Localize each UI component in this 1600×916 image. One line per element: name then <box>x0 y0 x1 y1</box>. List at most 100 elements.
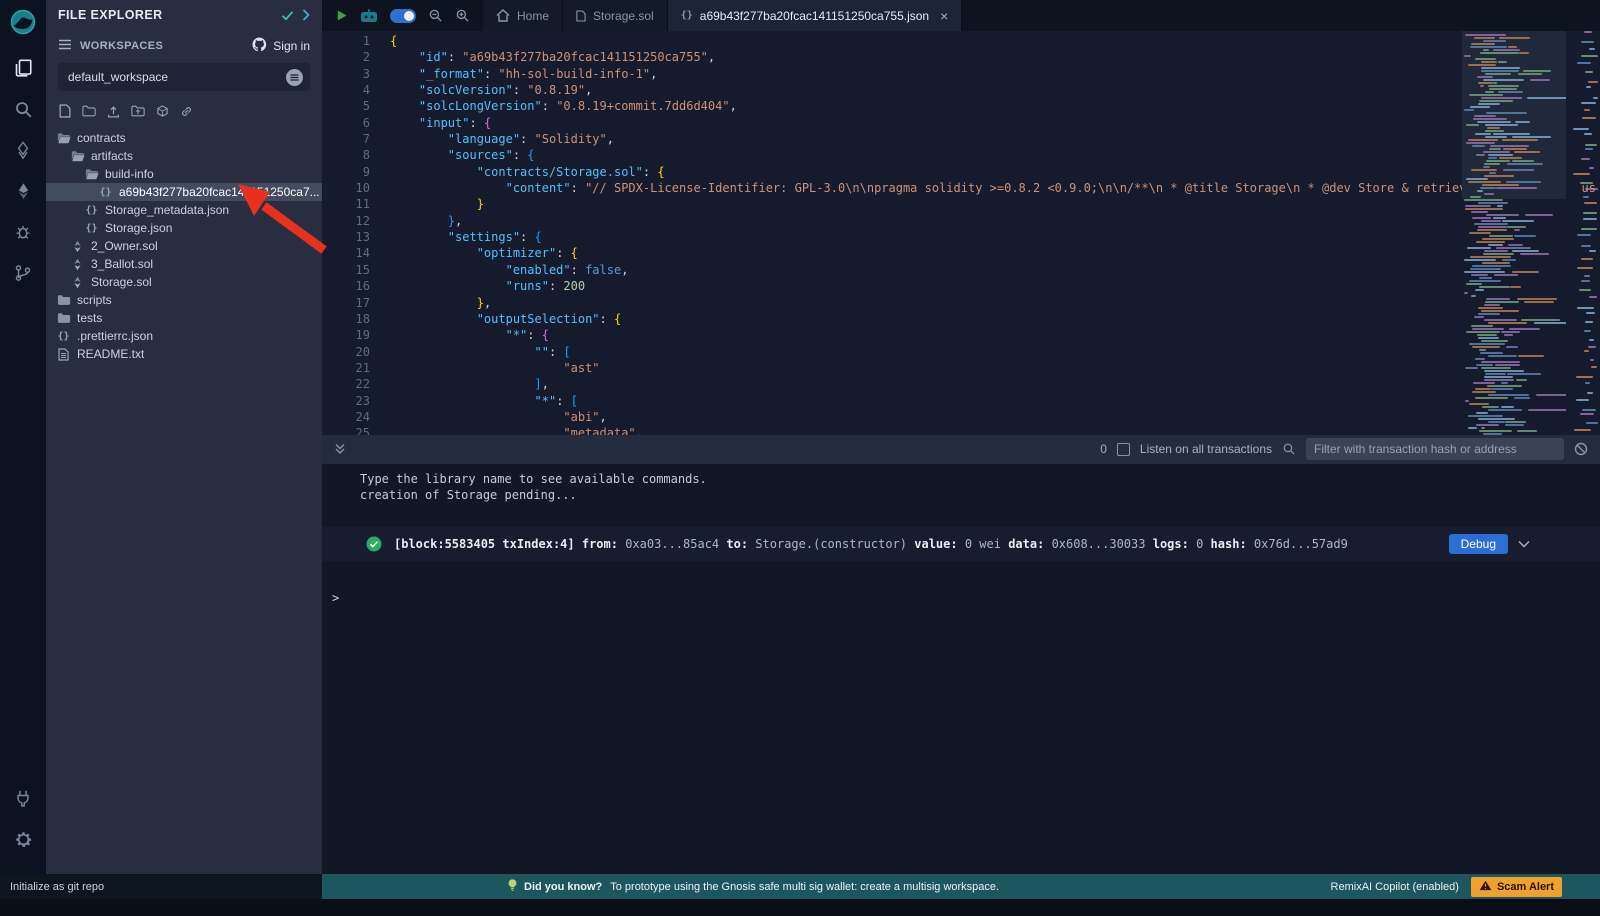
hamburger-icon[interactable] <box>58 37 72 55</box>
link-icon[interactable] <box>180 104 193 118</box>
transaction-row[interactable]: [block:5583405 txIndex:4] from: 0xa03...… <box>322 527 1600 561</box>
tree-item-3-ballot-sol[interactable]: 3_Ballot.sol <box>46 255 322 273</box>
folder-open-icon <box>56 132 71 144</box>
terminal-search-icon[interactable] <box>1282 442 1296 456</box>
listen-checkbox[interactable] <box>1117 443 1130 456</box>
tree-item-artifacts[interactable]: artifacts <box>46 147 322 165</box>
editor-code[interactable]: { "id": "a69b43f277ba20fcac141151250ca75… <box>376 31 1600 435</box>
tab-home[interactable]: Home <box>483 0 563 31</box>
tree-item-storage-metadata-json[interactable]: {}Storage_metadata.json <box>46 201 322 219</box>
folder-open-icon <box>70 150 85 162</box>
clear-console-icon[interactable] <box>1574 442 1588 456</box>
json-file-icon: {} <box>84 205 99 216</box>
warning-icon <box>1479 880 1492 894</box>
tree-item-storage-sol[interactable]: Storage.sol <box>46 273 322 291</box>
tree-item-scripts[interactable]: scripts <box>46 291 322 309</box>
tree-item-2-owner-sol[interactable]: 2_Owner.sol <box>46 237 322 255</box>
terminal-header: 0 Listen on all transactions <box>322 435 1600 464</box>
tx-count-badge: 0 <box>1100 442 1107 456</box>
tree-item-label: a69b43f277ba20fcac141151250ca7... <box>119 185 320 199</box>
lightbulb-icon <box>507 878 518 895</box>
tree-item-label: Storage.json <box>105 221 172 235</box>
remix-logo-icon[interactable] <box>7 6 39 38</box>
tab-label: Home <box>517 9 549 23</box>
terminal[interactable]: Type the library name to see available c… <box>322 464 1600 875</box>
tree-item-a69b43f277ba20fcac141151250ca7[interactable]: {} a69b43f277ba20fcac141151250ca7... <box>46 183 322 201</box>
tab-label: Storage.sol <box>593 9 654 23</box>
tree-item-label: build-info <box>105 167 154 181</box>
upload-file-icon[interactable] <box>107 104 120 118</box>
file-tree: contractsartifacts build-info {} a69b43f277… <box>46 126 322 874</box>
collapse-terminal-icon[interactable] <box>334 443 346 455</box>
workspace-options-icon[interactable] <box>286 69 303 86</box>
copilot-status[interactable]: RemixAI Copilot (enabled) <box>1331 881 1459 893</box>
minimap[interactable] <box>1462 31 1566 435</box>
settings-icon[interactable] <box>7 823 39 855</box>
code-editor[interactable]: 1234567891011121314151617181920212223242… <box>322 31 1600 435</box>
tree-item-storage-json[interactable]: {}Storage.json <box>46 219 322 237</box>
folder-icon <box>56 312 71 324</box>
file-explorer-icon[interactable] <box>7 52 39 84</box>
tree-item-prettierrc-json[interactable]: {} .prettierrc.json <box>46 327 322 345</box>
tree-item-tests[interactable]: tests <box>46 309 322 327</box>
tx-parts: from: 0xa03...85ac4 to: Storage.(constru… <box>575 537 1348 551</box>
run-script-button[interactable] <box>335 9 348 22</box>
tab-bar: Home Storage.sol {}a69b43f277ba20fcac14115… <box>322 0 1600 31</box>
publish-ipfs-icon[interactable] <box>156 104 169 118</box>
solidity-compiler-icon[interactable] <box>7 134 39 166</box>
zoom-in-button[interactable] <box>455 8 470 23</box>
json-file-icon: {} <box>56 331 71 342</box>
did-you-know-tip: Did you know? To prototype using the Gno… <box>507 878 999 895</box>
editor-gutter: 1234567891011121314151617181920212223242… <box>322 31 376 435</box>
tree-item-label: .prettierrc.json <box>77 329 153 343</box>
status-bar: Initialize as git repo Did you know? To … <box>0 874 1600 899</box>
ai-copilot-icon[interactable] <box>360 9 378 23</box>
close-tab-icon[interactable]: × <box>940 9 948 23</box>
git-init-button[interactable]: Initialize as git repo <box>0 874 322 899</box>
window-bottom-edge <box>0 899 1600 916</box>
tree-item-readme-txt[interactable]: README.txt <box>46 345 322 363</box>
tree-item-build-info[interactable]: build-info <box>46 165 322 183</box>
search-icon[interactable] <box>7 93 39 125</box>
chevron-right-icon[interactable] <box>302 9 310 21</box>
copilot-toggle[interactable] <box>390 9 416 23</box>
tree-item-label: 3_Ballot.sol <box>91 257 153 271</box>
tx-success-icon <box>366 536 382 552</box>
git-icon[interactable] <box>7 257 39 289</box>
sign-in-button[interactable]: Sign in <box>252 37 310 55</box>
tree-item-contracts[interactable]: contracts <box>46 129 322 147</box>
file-icon <box>56 348 71 361</box>
new-file-icon[interactable] <box>59 104 71 118</box>
tree-item-label: README.txt <box>77 347 144 361</box>
listen-label[interactable]: Listen on all transactions <box>1140 442 1272 456</box>
new-folder-icon[interactable] <box>82 104 96 118</box>
json-file-icon: {} <box>98 187 113 198</box>
scam-alert-badge[interactable]: Scam Alert <box>1471 877 1562 897</box>
workspace-select[interactable]: default_workspace <box>58 63 310 91</box>
accept-check-icon[interactable] <box>281 10 294 21</box>
zoom-out-button[interactable] <box>428 8 443 23</box>
tab-a69b43f277ba20fcac141151250ca755-json[interactable]: {}a69b43f277ba20fcac141151250ca755.json× <box>668 0 963 31</box>
file-icon <box>576 10 586 22</box>
expand-tx-icon[interactable] <box>1518 540 1530 548</box>
debugger-icon[interactable] <box>7 216 39 248</box>
filter-input[interactable] <box>1306 438 1564 460</box>
upload-folder-icon[interactable] <box>131 104 145 118</box>
editor-column: Home Storage.sol {}a69b43f277ba20fcac14115… <box>322 0 1600 874</box>
tx-block: [block:5583405 txIndex:4] <box>394 537 575 551</box>
tree-item-label: Storage.sol <box>91 275 152 289</box>
plugin-manager-icon[interactable] <box>7 782 39 814</box>
folder-icon <box>56 294 71 306</box>
file-explorer-panel: FILE EXPLORER WORKSPACES Sign in default… <box>46 0 322 874</box>
sign-in-label: Sign in <box>273 39 310 53</box>
deploy-and-run-icon[interactable] <box>7 175 39 207</box>
json-file-icon: {} <box>681 10 693 21</box>
tab-storage-sol[interactable]: Storage.sol <box>563 0 668 31</box>
overview-ruler[interactable] <box>1566 31 1600 435</box>
github-icon <box>252 37 267 55</box>
debug-button[interactable]: Debug <box>1449 534 1508 554</box>
workspaces-label: WORKSPACES <box>80 40 244 52</box>
workspace-name: default_workspace <box>68 70 286 84</box>
tree-item-label: scripts <box>77 293 112 307</box>
terminal-prompt[interactable]: > <box>322 591 1600 605</box>
